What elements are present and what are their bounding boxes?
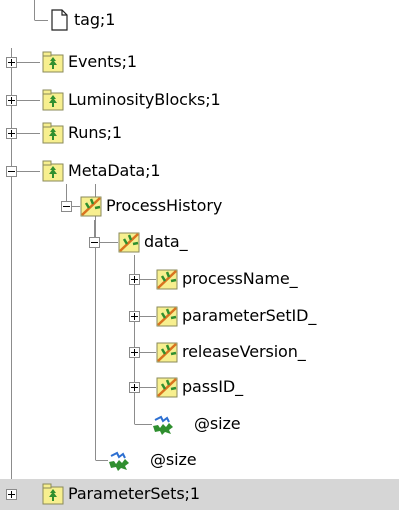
tree-item-size[interactable]: @size <box>0 445 399 476</box>
branch-icon <box>156 306 178 327</box>
tree-item-label: LuminosityBlocks;1 <box>68 90 221 109</box>
tree-item-parametersetid[interactable]: parameterSetID_ <box>0 301 399 332</box>
tree-item-label: passID_ <box>182 377 243 396</box>
expand-toggle[interactable] <box>129 311 140 322</box>
tree-item-size[interactable]: @size <box>0 409 399 440</box>
tree-folder-icon <box>42 89 64 111</box>
expand-toggle[interactable] <box>129 382 140 393</box>
expand-toggle[interactable] <box>6 95 17 106</box>
tree-item-runs[interactable]: Runs;1 <box>0 118 399 149</box>
collapse-toggle[interactable] <box>6 166 17 177</box>
tree-item-label: parameterSetID_ <box>182 306 317 325</box>
tree-item-data[interactable]: data_ <box>0 227 399 258</box>
tree-item-processhistory[interactable]: ProcessHistory <box>0 191 399 222</box>
tree-folder-icon <box>42 122 64 144</box>
tree-item-label: ParameterSets;1 <box>68 484 200 503</box>
tree-item-tag[interactable]: tag;1 <box>0 5 399 36</box>
expand-toggle[interactable] <box>6 489 17 500</box>
tree-item-releaseversion[interactable]: releaseVersion_ <box>0 337 399 368</box>
tree-item-label: data_ <box>144 232 188 251</box>
leaf-icon <box>153 415 173 435</box>
collapse-toggle[interactable] <box>89 237 100 248</box>
tree-item-luminosityblocks[interactable]: LuminosityBlocks;1 <box>0 85 399 116</box>
tree-item-events[interactable]: Events;1 <box>0 47 399 78</box>
expand-toggle[interactable] <box>6 128 17 139</box>
tree-item-parametersets[interactable]: ParameterSets;1 <box>0 479 399 510</box>
tree-item-label: Events;1 <box>68 52 137 71</box>
tree-folder-icon <box>42 483 64 505</box>
tree-item-label: @size <box>194 414 241 433</box>
tree-item-label: MetaData;1 <box>68 161 161 180</box>
leaf-document-icon <box>51 9 68 31</box>
tree-item-processname[interactable]: processName_ <box>0 264 399 295</box>
tree-item-label: Runs;1 <box>68 123 122 142</box>
tree-item-label: releaseVersion_ <box>182 342 306 361</box>
tree-item-label: tag;1 <box>74 10 116 29</box>
branch-icon <box>156 269 178 290</box>
file-tree: tag;1 Events;1 LuminosityBlocks;1 Runs;1 <box>0 0 399 510</box>
branch-icon <box>156 377 178 398</box>
leaf-icon <box>109 451 129 471</box>
tree-folder-icon <box>42 51 64 73</box>
branch-icon <box>156 342 178 363</box>
tree-item-passid[interactable]: passID_ <box>0 372 399 403</box>
tree-item-label: @size <box>150 450 197 469</box>
tree-item-label: processName_ <box>182 269 298 288</box>
expand-toggle[interactable] <box>129 274 140 285</box>
collapse-toggle[interactable] <box>61 201 72 212</box>
expand-toggle[interactable] <box>6 57 17 68</box>
tree-item-label: ProcessHistory <box>106 196 223 215</box>
expand-toggle[interactable] <box>129 347 140 358</box>
tree-item-metadata[interactable]: MetaData;1 <box>0 156 399 187</box>
branch-icon <box>118 232 140 253</box>
branch-icon <box>80 196 102 217</box>
tree-folder-icon <box>42 160 64 182</box>
